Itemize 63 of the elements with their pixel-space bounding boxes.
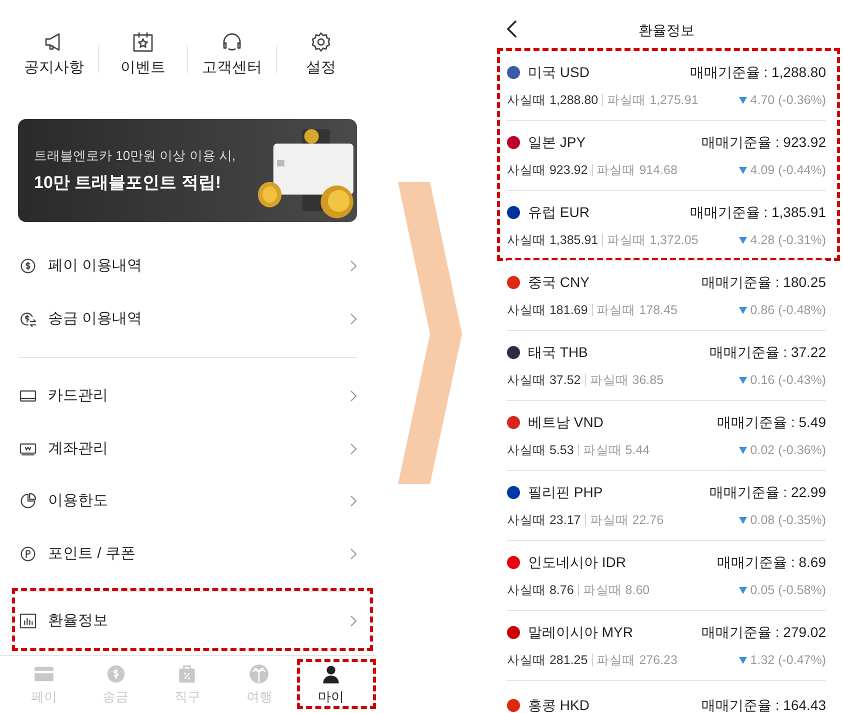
- base-rate: 매매기준율 : 1,385.91: [690, 202, 826, 222]
- currency-name: 홍콩 HKD: [528, 696, 590, 713]
- rate-change: 0.08 (-0.35%): [750, 512, 826, 529]
- sell-rate: 파실때 1,372.05: [607, 232, 698, 249]
- buy-rate: 사실때 923.92: [507, 162, 588, 179]
- currency-name: 미국 USD: [528, 62, 590, 82]
- base-rate: 매매기준율 : 5.49: [717, 412, 826, 432]
- tab[interactable]: 마이: [295, 656, 367, 713]
- buy-rate: 사실때 37.52: [507, 372, 581, 389]
- rate-change: 4.09 (-0.44%): [750, 162, 826, 179]
- shortcut-button[interactable]: 설정: [277, 30, 365, 79]
- buy-rate: 사실때 1,385.91: [507, 232, 598, 249]
- currency-name: 말레이시아 MYR: [528, 622, 633, 642]
- sell-rate: 파실때 8.60: [582, 582, 650, 599]
- currency-name: 중국 CNY: [528, 272, 590, 292]
- buy-rate: 사실때 8.76: [507, 582, 574, 599]
- rate-change: 1.32 (-0.47%): [750, 652, 826, 669]
- screen-title: 환율정보: [638, 21, 694, 40]
- currency-name: 태국 THB: [528, 342, 588, 362]
- menu-item[interactable]: 환율정보: [18, 595, 357, 648]
- currency-name: 인도네시아 IDR: [528, 552, 626, 572]
- currency-name: 유럽 EUR: [528, 202, 590, 222]
- shortcut-button[interactable]: 이벤트: [99, 30, 187, 79]
- base-rate: 매매기준율 : 1,288.80: [690, 62, 826, 82]
- menu-item[interactable]: 계좌관리: [18, 422, 357, 475]
- base-rate: 매매기준율 : 22.99: [709, 482, 826, 502]
- currency-name: 베트남 VND: [528, 412, 604, 432]
- buy-rate: 사실때 23.17: [507, 512, 581, 529]
- menu-item[interactable]: 이용한도: [18, 475, 357, 528]
- rate-change: 4.28 (-0.31%): [750, 232, 826, 249]
- base-rate: 매매기준율 : 37.22: [709, 342, 826, 362]
- buy-rate: 사실때 281.25: [507, 652, 588, 669]
- shortcut-button[interactable]: 고객센터: [188, 30, 276, 79]
- sell-rate: 파실때 178.45: [596, 302, 678, 319]
- menu-item[interactable]: 페이 이용내역: [18, 240, 357, 292]
- base-rate: 매매기준율 : 164.43: [702, 696, 826, 713]
- rate-change: 0.16 (-0.43%): [750, 372, 826, 389]
- rate-change: 0.86 (-0.48%): [750, 302, 826, 319]
- buy-rate: 사실때 181.69: [507, 302, 588, 319]
- menu-item[interactable]: 카드관리: [18, 370, 357, 422]
- menu-item[interactable]: 포인트 / 쿠폰: [18, 528, 357, 580]
- rate-change: 4.70 (-0.36%): [750, 92, 826, 109]
- base-rate: 매매기준율 : 923.92: [702, 132, 826, 152]
- currency-name: 일본 JPY: [528, 132, 586, 152]
- rate-change: 0.02 (-0.36%): [750, 442, 826, 459]
- shortcut-button[interactable]: 공지사항: [10, 30, 98, 79]
- menu-item[interactable]: 송금 이용내역: [18, 292, 357, 345]
- rate-change: 0.05 (-0.58%): [750, 582, 826, 599]
- currency-name: 필리핀 PHP: [528, 482, 603, 502]
- sell-rate: 파실때 36.85: [590, 372, 664, 389]
- buy-rate: 사실때 5.53: [507, 442, 574, 459]
- sell-rate: 파실때 5.44: [582, 442, 650, 459]
- base-rate: 매매기준율 : 180.25: [702, 272, 826, 292]
- sell-rate: 파실때 22.76: [590, 512, 664, 529]
- base-rate: 매매기준율 : 279.02: [702, 622, 826, 642]
- sell-rate: 파실때 914.68: [596, 162, 678, 179]
- promo-banner[interactable]: 트래블엔로카 10만원 이상 이용 시, 10만 트래블포인트 적립!: [18, 119, 357, 222]
- base-rate: 매매기준율 : 8.69: [717, 552, 826, 572]
- banner-text: 트래블엔로카 10만원 이상 이용 시,: [34, 147, 236, 165]
- sell-rate: 파실때 276.23: [596, 652, 678, 669]
- sell-rate: 파실때 1,275.91: [607, 92, 698, 109]
- buy-rate: 사실때 1,288.80: [507, 92, 598, 109]
- banner-headline: 10만 트래블포인트 적립!: [34, 172, 222, 194]
